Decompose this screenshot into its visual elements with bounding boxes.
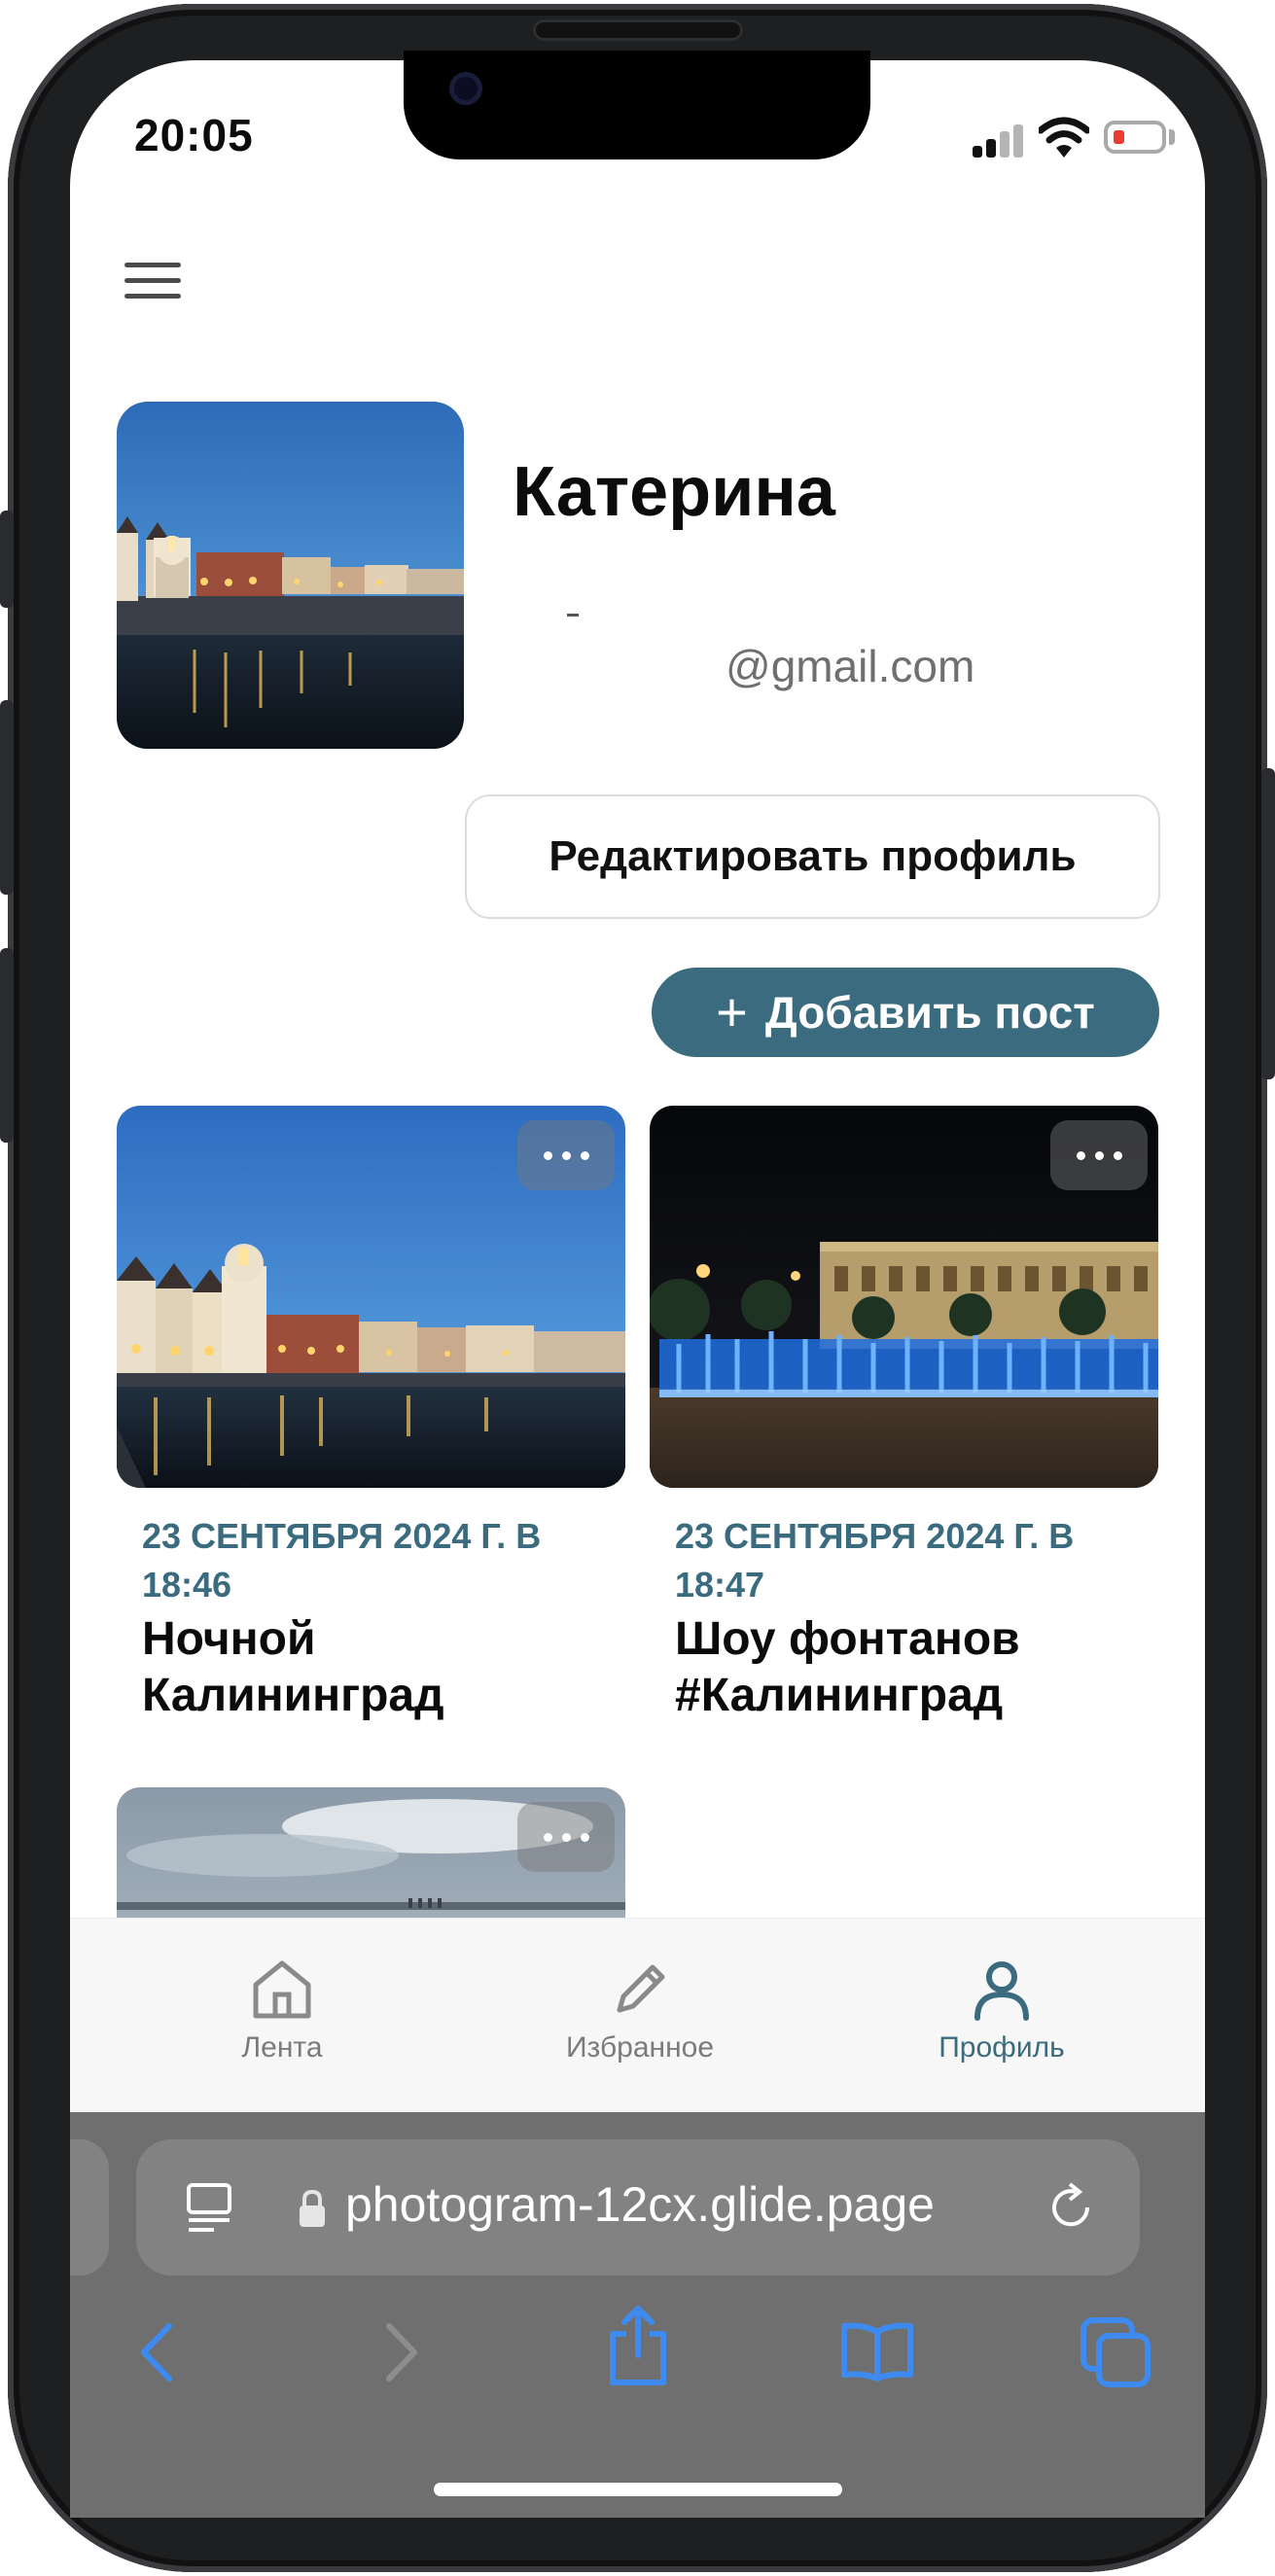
post-card[interactable]: [117, 1787, 625, 1918]
volume-up-button: [0, 700, 14, 895]
notch: [404, 51, 870, 159]
post-title: Шоу фонтанов #Калининград: [675, 1613, 1020, 1721]
post-date: 23 СЕНТЯБРЯ 2024 Г. В 18:47: [675, 1516, 1075, 1605]
post-more-button[interactable]: [1050, 1120, 1148, 1190]
bookmarks-icon[interactable]: [838, 2320, 916, 2382]
volume-down-button: [0, 948, 14, 1143]
lock-icon: [300, 2189, 325, 2227]
pencil-icon: [617, 1964, 665, 2013]
battery-level: [1114, 130, 1124, 144]
back-icon[interactable]: [134, 2320, 179, 2384]
home-indicator: [434, 2483, 842, 2496]
person-icon: [974, 1961, 1029, 2021]
tab-profile-label: Профиль: [939, 2031, 1065, 2064]
reader-mode-icon[interactable]: [185, 2181, 233, 2236]
post-more-button[interactable]: [517, 1802, 615, 1872]
battery-tip: [1169, 129, 1175, 145]
edit-profile-label: Редактировать профиль: [549, 832, 1077, 880]
tab-profile[interactable]: Профиль: [875, 1958, 1128, 2064]
forward-icon[interactable]: [379, 2320, 424, 2384]
tab-feed-label: Лента: [241, 2031, 323, 2064]
add-post-label: Добавить пост: [764, 987, 1095, 1038]
tabs-icon[interactable]: [1080, 2316, 1151, 2388]
status-time: 20:05: [134, 110, 254, 160]
post-date: 23 СЕНТЯБРЯ 2024 Г. В 18:46: [142, 1516, 542, 1605]
tab-favorites-label: Избранное: [565, 2031, 715, 2064]
post-more-button[interactable]: [517, 1120, 615, 1190]
post-card[interactable]: 23 СЕНТЯБРЯ 2024 Г. В 18:46 Ночной Калин…: [117, 1106, 625, 1728]
cellular-signal-icon: [973, 124, 1023, 158]
hamburger-menu-icon[interactable]: [124, 263, 181, 301]
profile-name: Катерина: [513, 453, 835, 531]
reload-icon[interactable]: [1046, 2180, 1097, 2235]
earpiece-speaker: [533, 19, 743, 41]
post-card[interactable]: 23 СЕНТЯБРЯ 2024 Г. В 18:47 Шоу фонтанов…: [650, 1106, 1158, 1728]
url-text[interactable]: photogram-12cx.glide.page: [345, 2176, 935, 2233]
bottom-tab-bar: Лента Избранное Профиль: [70, 1918, 1205, 2113]
profile-avatar[interactable]: [117, 402, 464, 749]
front-camera: [449, 72, 482, 105]
redacted-mark: [567, 614, 579, 617]
previous-tab-preview[interactable]: [70, 2139, 109, 2276]
home-icon: [253, 1960, 311, 2019]
profile-email: @gmail.com: [726, 641, 975, 691]
add-post-button[interactable]: + Добавить пост: [652, 968, 1159, 1057]
post-title: Ночной Калининград: [142, 1613, 444, 1721]
silent-switch: [0, 511, 14, 608]
edit-profile-button[interactable]: Редактировать профиль: [465, 794, 1160, 919]
power-button: [1261, 768, 1275, 1079]
share-icon[interactable]: [605, 2305, 671, 2388]
wifi-icon: [1039, 117, 1089, 158]
battery-icon: [1104, 121, 1166, 154]
tab-feed[interactable]: Лента: [156, 1958, 408, 2064]
tab-favorites[interactable]: Избранное: [514, 1958, 766, 2064]
plus-icon: +: [716, 981, 748, 1042]
